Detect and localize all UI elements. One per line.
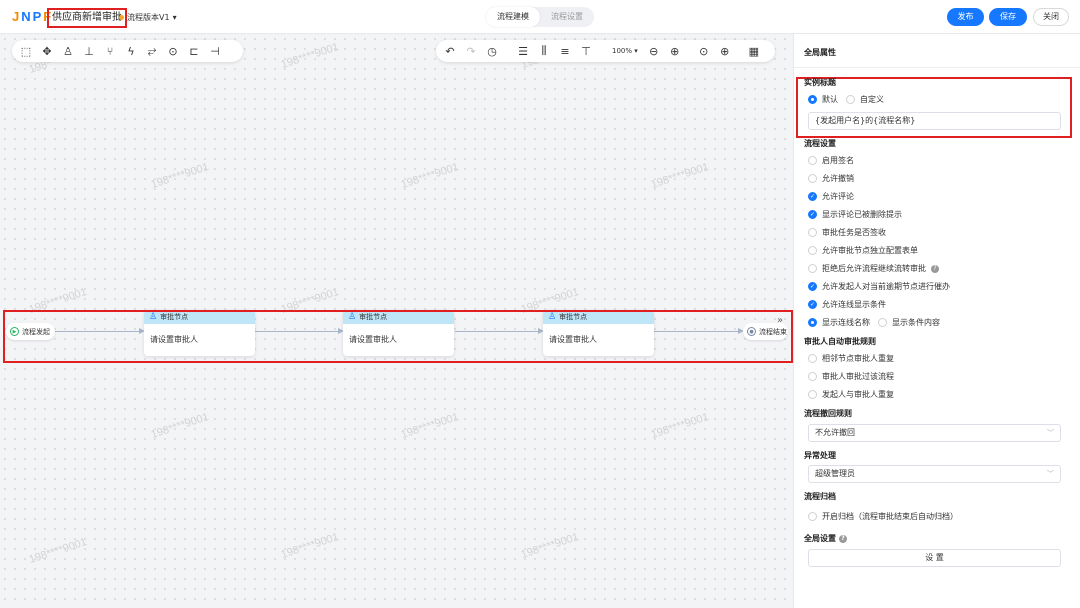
chevron-down-icon: ﹀ bbox=[1047, 470, 1054, 478]
section-withdraw-rule: 流程撤回规则 bbox=[804, 409, 852, 418]
global-settings-button[interactable]: 设 置 bbox=[808, 549, 1061, 567]
radio-off-icon bbox=[878, 318, 887, 327]
chevron-down-icon: ﹀ bbox=[1047, 429, 1054, 437]
align-center-icon[interactable]: ☰ bbox=[515, 43, 531, 59]
radio-custom[interactable]: 自定义 bbox=[846, 94, 884, 105]
process-title: 供应商新增审批 bbox=[47, 8, 127, 28]
instance-title-input[interactable]: {发起用户名}的{流程名称} bbox=[808, 112, 1061, 130]
version-selector[interactable]: 流程版本V1 ▾ bbox=[119, 12, 177, 23]
section-process-settings: 流程设置 bbox=[804, 139, 836, 148]
zoom-level[interactable]: 100% ▾ bbox=[609, 47, 641, 55]
help-icon[interactable]: ? bbox=[931, 264, 939, 273]
branch-icon[interactable]: ⑂ bbox=[102, 43, 118, 59]
radio-on-icon bbox=[808, 95, 817, 104]
checkbox-checked-icon: ✓ bbox=[808, 192, 817, 201]
checkbox-icon bbox=[808, 390, 817, 399]
option-adjacent-duplicate[interactable]: 相邻节点审批人重复 bbox=[808, 353, 894, 364]
radio-off-icon bbox=[846, 95, 855, 104]
minimap-icon[interactable]: ▦ bbox=[746, 43, 762, 59]
checkbox-icon bbox=[808, 512, 817, 521]
radio-default[interactable]: 默认 bbox=[808, 94, 838, 105]
option-approved-before[interactable]: 审批人审批过该流程 bbox=[808, 371, 894, 382]
align-left-icon[interactable]: ≡ bbox=[557, 43, 573, 59]
help-icon[interactable]: ? bbox=[839, 534, 847, 543]
tab-flow-modeling[interactable]: 流程建模 bbox=[486, 7, 540, 27]
option-show-deleted-comment[interactable]: ✓ 显示评论已被删除提示 bbox=[808, 209, 902, 220]
option-allow-comment[interactable]: ✓ 允许评论 bbox=[808, 191, 854, 202]
top-bar: JNPF 供应商新增审批 流程版本V1 ▾ 流程建模 流程设置 发布 保存 关闭 bbox=[0, 0, 1080, 34]
section-archive: 流程归档 bbox=[804, 492, 836, 501]
user-icon[interactable]: ♙ bbox=[60, 43, 76, 59]
globe-icon[interactable]: ⊕ bbox=[717, 43, 733, 59]
subflow-icon[interactable]: ⥂ bbox=[144, 43, 160, 59]
tab-flow-settings[interactable]: 流程设置 bbox=[540, 7, 594, 27]
checkbox-checked-icon: ✓ bbox=[808, 210, 817, 219]
option-continue-after-reject[interactable]: 拒绝后允许流程继续流转审批? bbox=[808, 263, 939, 274]
tree-icon[interactable]: ⊏ bbox=[186, 43, 202, 59]
checkbox-icon bbox=[808, 264, 817, 273]
option-show-line-condition[interactable]: ✓ 允许连线显示条件 bbox=[808, 299, 886, 310]
option-enable-signature[interactable]: 启用签名 bbox=[808, 155, 854, 166]
option-initiator-duplicate[interactable]: 发起人与审批人重复 bbox=[808, 389, 894, 400]
zoom-out-icon[interactable]: ⊖ bbox=[646, 43, 662, 59]
exception-handler-select[interactable]: 超级管理员 ﹀ bbox=[808, 465, 1061, 483]
undo-icon[interactable]: ↶ bbox=[442, 43, 458, 59]
withdraw-rule-select[interactable]: 不允许撤回 ﹀ bbox=[808, 424, 1061, 442]
target-icon[interactable]: ⊙ bbox=[165, 43, 181, 59]
checkbox-icon bbox=[808, 372, 817, 381]
properties-panel: 全局属性 实例标题 默认 自定义 {发起用户名}的{流程名称} 流程设置 启用签… bbox=[793, 34, 1080, 608]
checkbox-icon bbox=[808, 156, 817, 165]
status-dot-icon bbox=[119, 15, 124, 20]
publish-button[interactable]: 发布 bbox=[947, 8, 984, 26]
caret-down-icon: ▾ bbox=[172, 13, 177, 22]
checkbox-checked-icon: ✓ bbox=[808, 282, 817, 291]
option-task-signoff[interactable]: 审批任务是否签收 bbox=[808, 227, 886, 238]
radio-show-line-name[interactable]: 显示连线名称 bbox=[808, 317, 870, 328]
trigger-icon[interactable]: ϟ bbox=[123, 43, 139, 59]
locate-icon[interactable]: ⊙ bbox=[696, 43, 712, 59]
option-node-form[interactable]: 允许审批节点独立配置表单 bbox=[808, 245, 918, 256]
section-global-settings: 全局设置? bbox=[804, 533, 847, 544]
mode-tabs: 流程建模 流程设置 bbox=[486, 7, 594, 27]
checkbox-icon bbox=[808, 228, 817, 237]
section-auto-approve: 审批人自动审批规则 bbox=[804, 337, 876, 346]
radio-on-icon bbox=[808, 318, 817, 327]
radio-show-condition-content[interactable]: 显示条件内容 bbox=[878, 317, 940, 328]
checkbox-checked-icon: ✓ bbox=[808, 300, 817, 309]
history-icon[interactable]: ◷ bbox=[484, 43, 500, 59]
checkbox-icon bbox=[808, 174, 817, 183]
move-icon[interactable]: ✥ bbox=[39, 43, 55, 59]
panel-title: 全局属性 bbox=[794, 34, 1080, 68]
highlight-box bbox=[3, 310, 793, 363]
stamp-icon[interactable]: ⊥ bbox=[81, 43, 97, 59]
redo-icon[interactable]: ↷ bbox=[463, 43, 479, 59]
zoom-in-icon[interactable]: ⊕ bbox=[667, 43, 683, 59]
save-button[interactable]: 保存 bbox=[989, 8, 1027, 26]
option-urge-overdue[interactable]: ✓ 允许发起人对当前逾期节点进行催办 bbox=[808, 281, 950, 292]
align-top-icon[interactable]: ⊤ bbox=[578, 43, 594, 59]
section-exception: 异常处理 bbox=[804, 451, 836, 460]
checkbox-icon bbox=[808, 246, 817, 255]
select-icon[interactable]: ⬚ bbox=[18, 43, 34, 59]
align-middle-icon[interactable]: ⫼ bbox=[536, 43, 552, 59]
checkbox-icon bbox=[808, 354, 817, 363]
option-enable-archive[interactable]: 开启归档（流程审批结束后自动归档） bbox=[808, 511, 958, 522]
close-button[interactable]: 关闭 bbox=[1033, 8, 1069, 26]
option-allow-revoke[interactable]: 允许撤销 bbox=[808, 173, 854, 184]
node-toolbar: ⬚ ✥ ♙ ⊥ ⑂ ϟ ⥂ ⊙ ⊏ ⊣ bbox=[12, 40, 243, 62]
view-toolbar: ↶ ↷ ◷ ☰ ⫼ ≡ ⊤ 100% ▾ ⊖ ⊕ ⊙ ⊕ ▦ bbox=[436, 40, 775, 62]
structure-icon[interactable]: ⊣ bbox=[207, 43, 223, 59]
section-instance-title: 实例标题 bbox=[804, 78, 836, 87]
